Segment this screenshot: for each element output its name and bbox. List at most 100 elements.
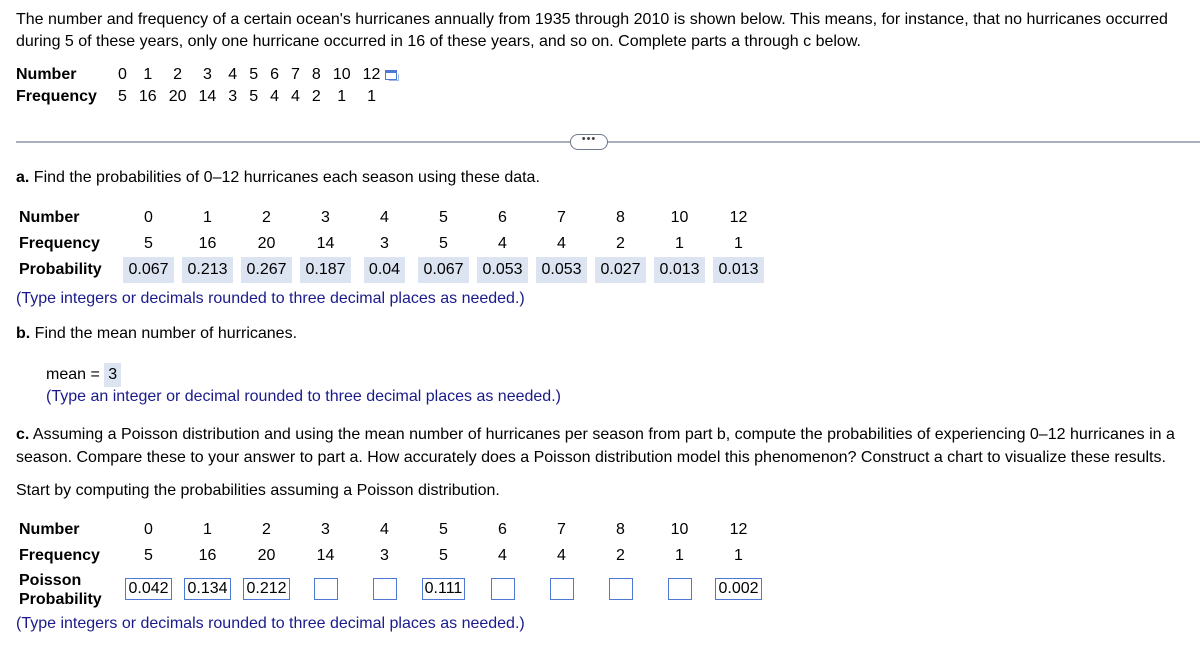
probability-answer[interactable]: 0.04 — [363, 257, 406, 283]
number-cell: 10 — [670, 521, 689, 538]
mean-answer[interactable]: 3 — [104, 363, 122, 387]
part-b-text: Find the mean number of hurricanes. — [30, 325, 298, 342]
given-frequency-cell: 5 — [118, 88, 127, 105]
given-frequency-cell: 16 — [138, 88, 157, 105]
frequency-cell: 16 — [198, 235, 217, 252]
frequency-cell: 4 — [557, 547, 566, 564]
part-a-question: a. Find the probabilities of 0–12 hurric… — [16, 167, 540, 189]
probability-answer[interactable]: 0.213 — [182, 257, 233, 283]
frequency-cell: 16 — [198, 547, 217, 564]
row-label-probability: Probability — [19, 261, 102, 278]
given-frequency-cell: 20 — [168, 88, 187, 105]
poisson-input[interactable] — [372, 578, 397, 600]
number-cell: 7 — [557, 209, 566, 226]
probability-answer[interactable]: 0.053 — [477, 257, 528, 283]
probability-answer[interactable]: 0.267 — [241, 257, 292, 283]
section-divider — [16, 141, 1200, 143]
given-number-cell: 7 — [291, 66, 300, 83]
poisson-input[interactable] — [490, 578, 515, 600]
part-a-hint: (Type integers or decimals rounded to th… — [16, 290, 525, 307]
number-cell: 7 — [557, 521, 566, 538]
poisson-input[interactable]: 0.042 — [125, 578, 172, 600]
frequency-cell: 5 — [144, 547, 153, 564]
number-cell: 12 — [729, 209, 748, 226]
number-cell: 3 — [321, 521, 330, 538]
part-a-number-row: Number 0 1 2 3 4 5 6 7 8 10 12 — [19, 205, 768, 231]
part-c-hint: (Type integers or decimals rounded to th… — [16, 615, 525, 632]
given-frequency-cell: 1 — [367, 88, 376, 105]
part-c-frequency-row: Frequency 5 16 20 14 3 5 4 4 2 1 1 — [19, 543, 768, 569]
given-frequency-cell: 14 — [198, 88, 217, 105]
expand-more-button[interactable]: ••• — [570, 134, 608, 150]
number-cell: 8 — [616, 209, 625, 226]
probability-answer[interactable]: 0.013 — [654, 257, 705, 283]
poisson-input[interactable] — [549, 578, 574, 600]
poisson-input[interactable] — [667, 578, 692, 600]
given-number-cell: 0 — [118, 66, 127, 83]
frequency-cell: 14 — [316, 547, 335, 564]
row-label-number: Number — [16, 66, 77, 83]
number-cell: 0 — [144, 209, 153, 226]
frequency-cell: 4 — [557, 235, 566, 252]
given-number-cell: 10 — [332, 66, 351, 83]
part-a-prefix: a. — [16, 169, 30, 186]
number-cell: 1 — [203, 209, 212, 226]
popout-window-icon[interactable] — [384, 69, 400, 81]
probability-answer[interactable]: 0.053 — [536, 257, 587, 283]
number-cell: 3 — [321, 209, 330, 226]
given-number-cell: 4 — [228, 66, 238, 83]
given-frequency-row: Frequency 5 16 20 14 3 5 4 4 2 1 1 — [16, 86, 400, 108]
frequency-cell: 1 — [734, 547, 743, 564]
frequency-cell: 20 — [257, 235, 276, 252]
probability-answer[interactable]: 0.187 — [300, 257, 351, 283]
frequency-cell: 5 — [144, 235, 153, 252]
part-c-poisson-row: Poisson Probability 0.042 0.134 0.212 0.… — [19, 569, 768, 609]
number-cell: 10 — [670, 209, 689, 226]
frequency-cell: 1 — [675, 547, 684, 564]
given-frequency-cell: 3 — [228, 88, 238, 105]
given-number-cell: 8 — [311, 66, 321, 83]
number-cell: 1 — [203, 521, 212, 538]
number-cell: 0 — [144, 521, 153, 538]
probability-answer[interactable]: 0.013 — [713, 257, 764, 283]
popout-cell — [382, 64, 400, 86]
given-number-cell: 3 — [202, 66, 212, 83]
number-cell: 4 — [380, 521, 389, 538]
given-number-cell: 5 — [249, 66, 259, 83]
frequency-cell: 14 — [316, 235, 335, 252]
poisson-input[interactable]: 0.212 — [243, 578, 290, 600]
given-frequency-cell: 4 — [291, 88, 300, 105]
row-label-number: Number — [19, 209, 80, 226]
poisson-input[interactable]: 0.002 — [715, 578, 762, 600]
given-number-cell: 12 — [362, 66, 381, 83]
given-data-table: Number 0 1 2 3 4 5 6 7 8 10 12 Frequency… — [16, 64, 400, 108]
part-a-probability-row: Probability 0.067 0.213 0.267 0.187 0.04… — [19, 257, 768, 283]
number-cell: 8 — [616, 521, 625, 538]
frequency-cell: 1 — [734, 235, 743, 252]
given-number-cell: 1 — [143, 66, 153, 83]
poisson-input[interactable] — [608, 578, 633, 600]
row-label-number: Number — [19, 521, 80, 538]
number-cell: 5 — [439, 209, 448, 226]
problem-intro: The number and frequency of a certain oc… — [16, 11, 1168, 50]
frequency-cell: 5 — [439, 547, 448, 564]
frequency-cell: 3 — [380, 547, 389, 564]
given-frequency-cell: 1 — [337, 88, 347, 105]
probability-answer[interactable]: 0.067 — [418, 257, 469, 283]
given-number-cell: 2 — [173, 66, 183, 83]
frequency-cell: 4 — [498, 235, 507, 252]
mean-label: mean = — [46, 366, 105, 383]
probability-answer[interactable]: 0.067 — [123, 257, 174, 283]
poisson-label-line1: Poisson — [19, 572, 82, 589]
part-c-instruction: Start by computing the probabilities ass… — [16, 482, 500, 499]
part-a-frequency-row: Frequency 5 16 20 14 3 5 4 4 2 1 1 — [19, 231, 768, 257]
poisson-input[interactable]: 0.134 — [184, 578, 231, 600]
row-label-frequency: Frequency — [16, 88, 97, 105]
part-a-text: Find the probabilities of 0–12 hurricane… — [29, 169, 540, 186]
poisson-input[interactable]: 0.111 — [421, 578, 466, 600]
poisson-input[interactable] — [313, 578, 338, 600]
number-cell: 6 — [498, 209, 507, 226]
poisson-label-line2: Probability — [19, 591, 102, 608]
frequency-cell: 4 — [498, 547, 507, 564]
probability-answer[interactable]: 0.027 — [595, 257, 646, 283]
